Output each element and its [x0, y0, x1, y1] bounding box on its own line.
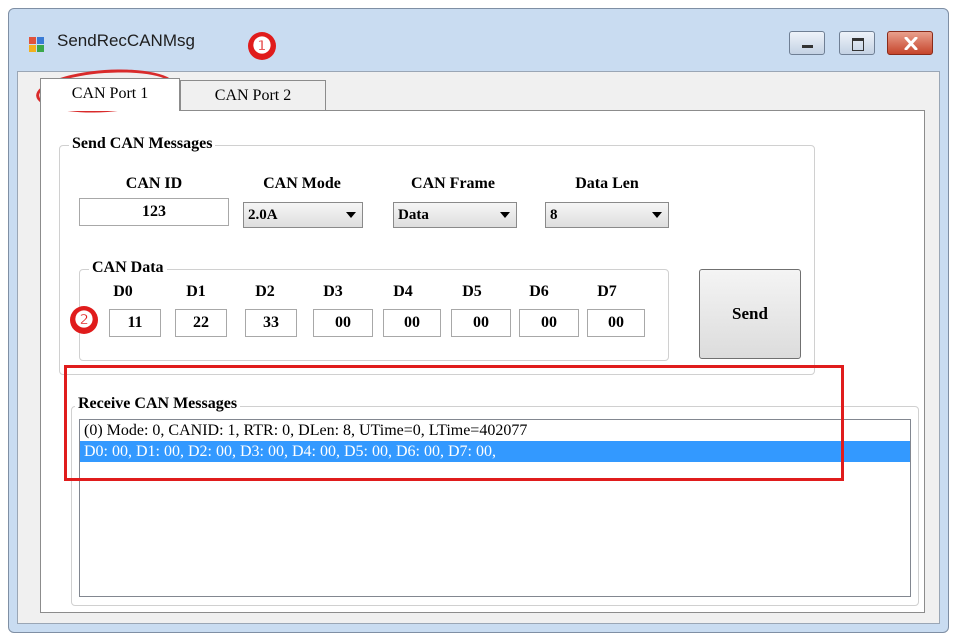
d5-input[interactable]: 00 — [451, 309, 511, 337]
maximize-icon — [852, 38, 864, 51]
tab-can-port-1[interactable]: CAN Port 1 — [40, 78, 180, 111]
d5-label: D5 — [462, 283, 482, 300]
annotation-badge-2: ❷ — [70, 306, 98, 334]
d2-input[interactable]: 33 — [245, 309, 297, 337]
d0-input[interactable]: 11 — [109, 309, 161, 337]
can-mode-select[interactable]: 2.0A — [243, 202, 363, 228]
d7-label: D7 — [597, 283, 617, 300]
window-title: SendRecCANMsg — [57, 31, 195, 50]
d4-input[interactable]: 00 — [383, 309, 441, 337]
chevron-down-icon — [346, 212, 356, 218]
minimize-icon — [802, 45, 813, 48]
can-mode-label: CAN Mode — [263, 175, 341, 192]
can-frame-select[interactable]: Data — [393, 202, 517, 228]
close-icon — [904, 37, 918, 50]
chevron-down-icon — [500, 212, 510, 218]
can-frame-label: CAN Frame — [411, 175, 495, 192]
send-button[interactable]: Send — [699, 269, 801, 359]
d7-input[interactable]: 00 — [587, 309, 645, 337]
app-window: SendRecCANMsg CAN Port 2 CAN Port 1 Send… — [8, 8, 949, 633]
client-area: CAN Port 2 CAN Port 1 Send CAN Messages … — [17, 71, 940, 624]
can-data-title: CAN Data — [89, 259, 167, 277]
maximize-button[interactable] — [839, 31, 875, 55]
app-icon — [29, 37, 45, 53]
annotation-rect-receive — [64, 365, 844, 481]
title-bar[interactable]: SendRecCANMsg — [9, 9, 948, 67]
d3-input[interactable]: 00 — [313, 309, 373, 337]
d0-label: D0 — [113, 283, 133, 300]
d2-label: D2 — [255, 283, 275, 300]
can-id-label: CAN ID — [125, 175, 183, 192]
data-len-select[interactable]: 8 — [545, 202, 669, 228]
d4-label: D4 — [393, 283, 413, 300]
d6-label: D6 — [529, 283, 549, 300]
can-frame-value: Data — [398, 207, 429, 223]
chevron-down-icon — [652, 212, 662, 218]
close-button[interactable] — [887, 31, 933, 55]
d6-input[interactable]: 00 — [519, 309, 579, 337]
can-id-input[interactable]: 123 — [79, 198, 229, 226]
tab-can-port-2[interactable]: CAN Port 2 — [180, 80, 326, 110]
minimize-button[interactable] — [789, 31, 825, 55]
annotation-badge-1: ❶ — [248, 32, 276, 60]
data-len-label: Data Len — [575, 175, 639, 192]
d1-input[interactable]: 22 — [175, 309, 227, 337]
d1-label: D1 — [186, 283, 206, 300]
tab-page-can-port-1: Send CAN Messages CAN ID 123 CAN Mode 2.… — [40, 110, 925, 613]
d3-label: D3 — [323, 283, 343, 300]
can-mode-value: 2.0A — [248, 207, 278, 223]
send-group-title: Send CAN Messages — [69, 135, 216, 153]
can-data-group — [79, 269, 669, 361]
data-len-value: 8 — [550, 207, 558, 223]
